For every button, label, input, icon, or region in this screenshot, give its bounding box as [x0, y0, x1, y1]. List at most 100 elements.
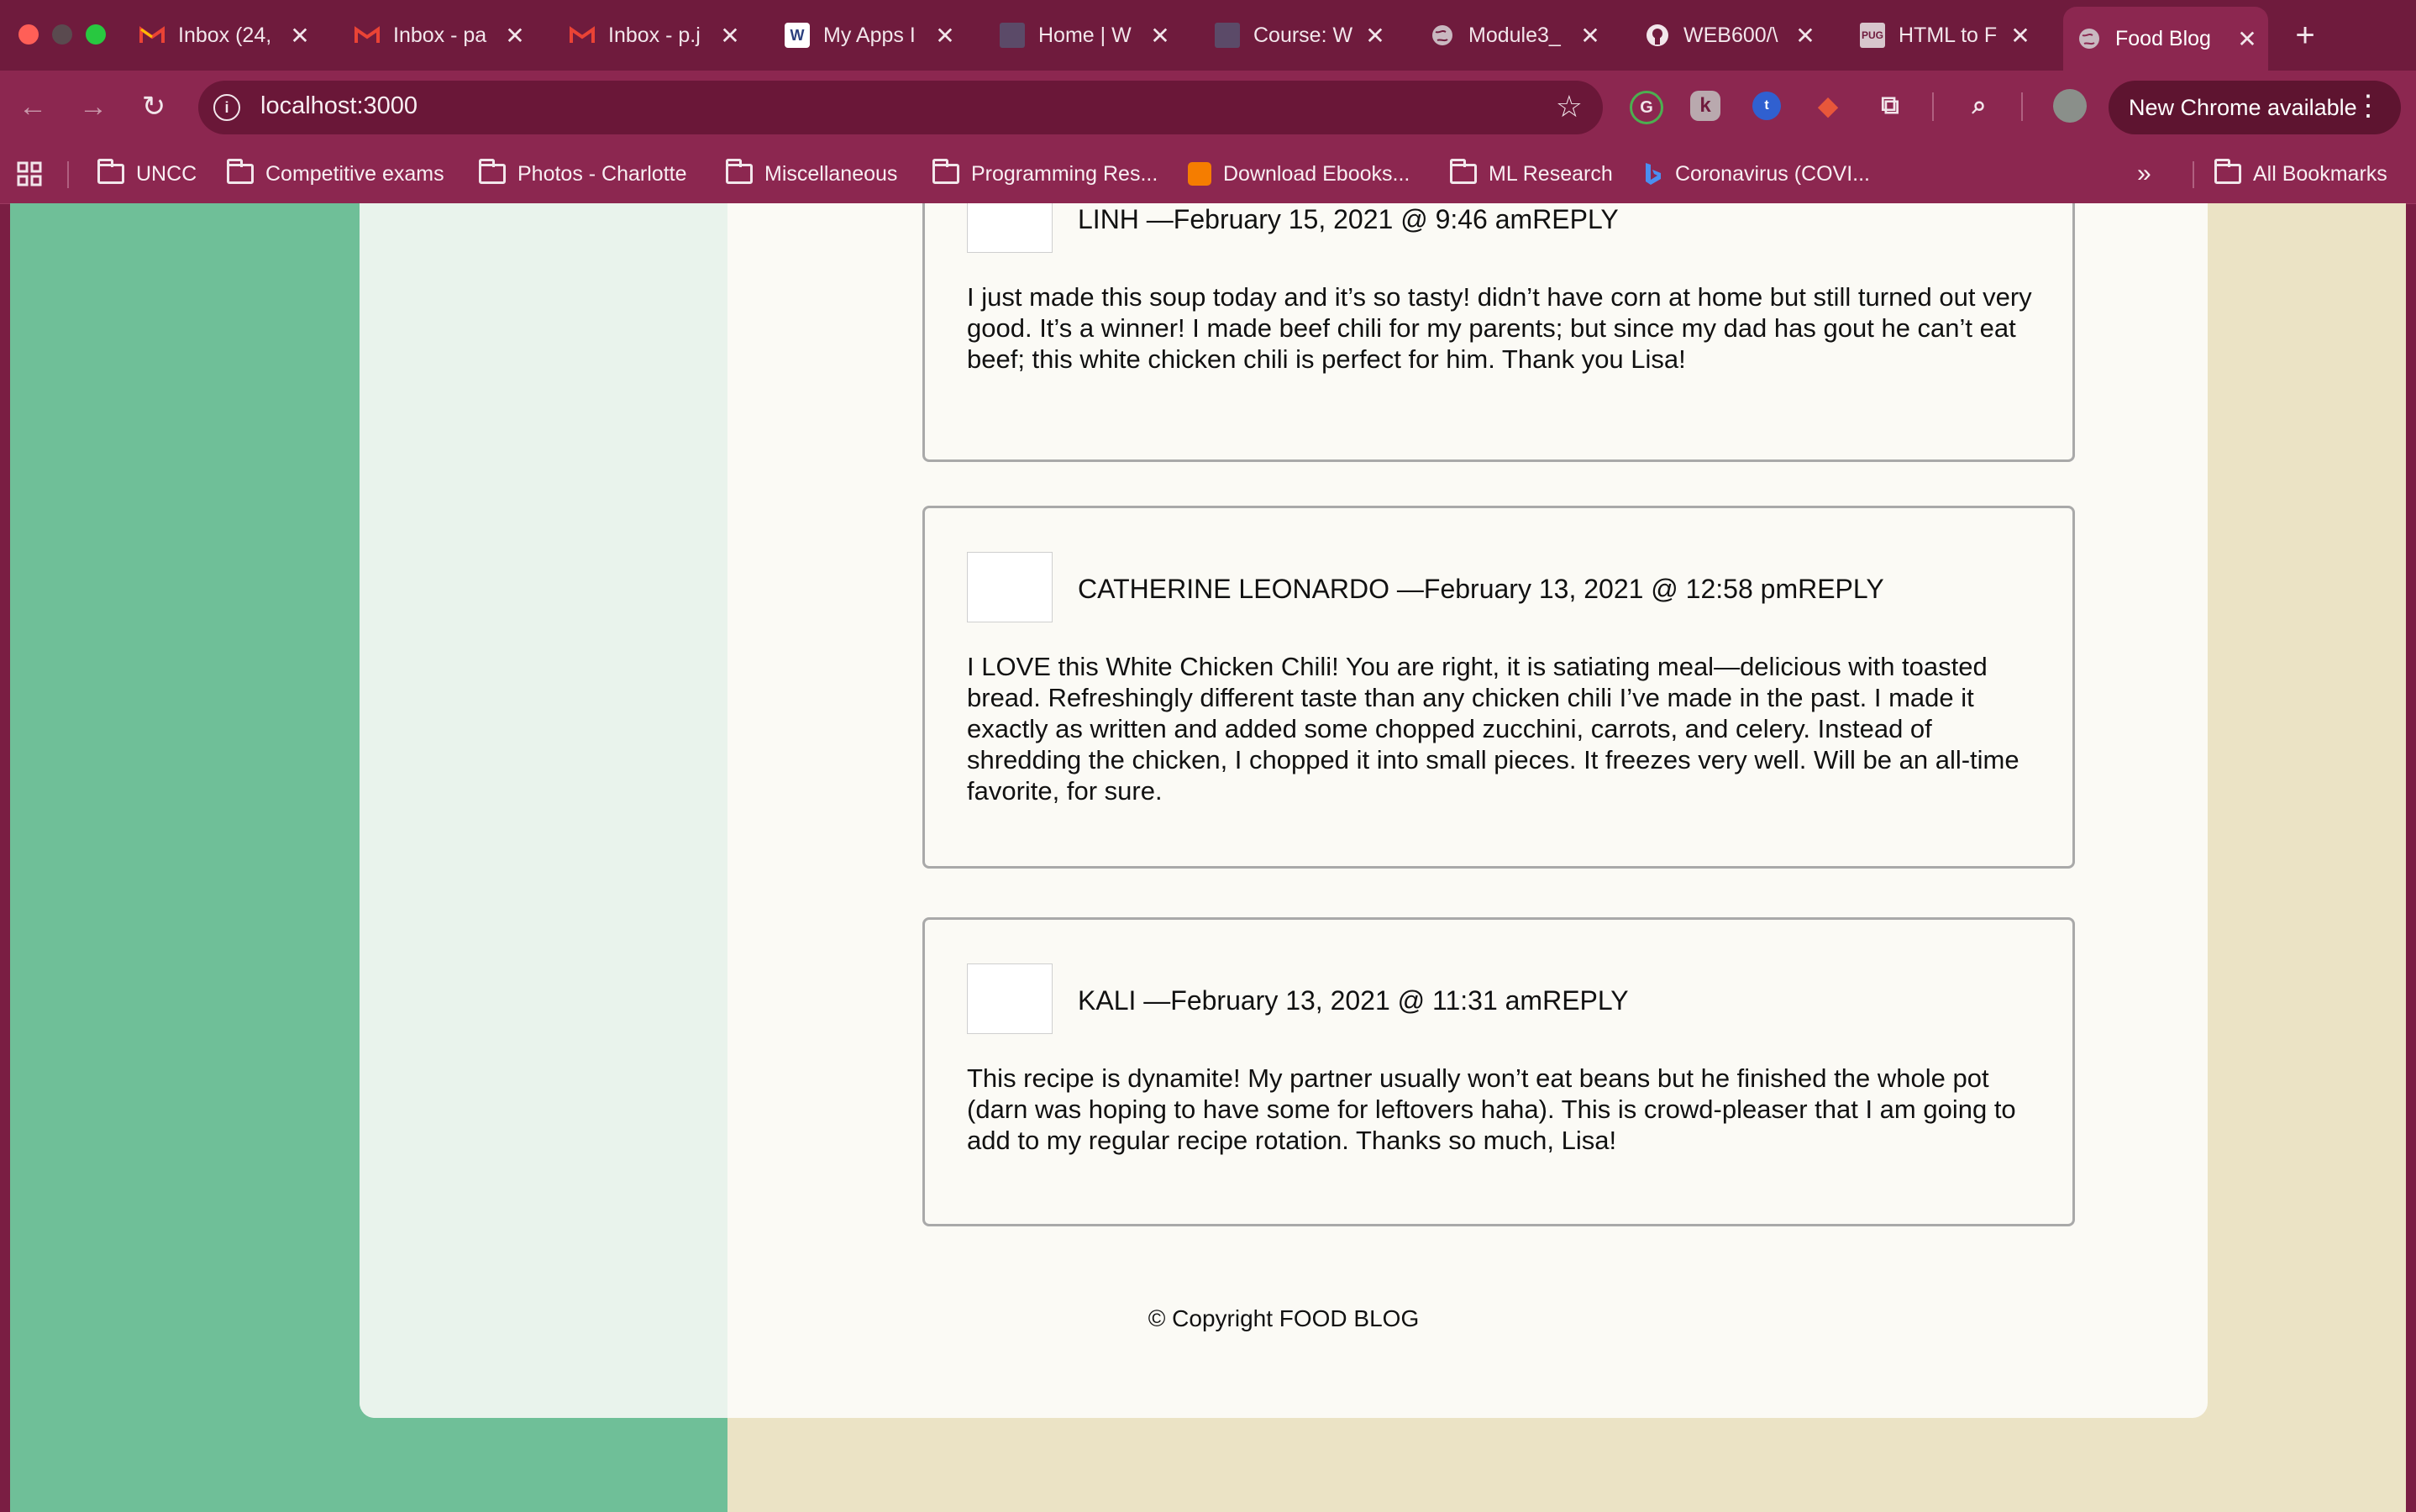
close-tab-icon[interactable]: ✕: [1578, 22, 1603, 50]
bookmark-programming-res[interactable]: Programming Res...: [932, 159, 1158, 188]
bookmarks-divider: [67, 161, 69, 188]
folder-icon: [1450, 159, 1477, 184]
more-menu-icon[interactable]: ⋮: [2354, 89, 2382, 123]
tab-html-to[interactable]: PUG HTML to F ✕: [1846, 12, 2041, 59]
toolbar-divider: [1932, 92, 1934, 121]
reload-button[interactable]: ↻: [133, 86, 175, 128]
footer-copyright: © Copyright FOOD BLOG: [1148, 1305, 1420, 1331]
bookmarks-divider: [2193, 161, 2194, 188]
tab-module3[interactable]: Module3_ ✕: [1416, 12, 1611, 59]
extensions-puzzle-icon[interactable]: ⧉: [1872, 87, 1909, 124]
comment-avatar: [967, 552, 1053, 622]
bookmark-star-icon[interactable]: ☆: [1556, 89, 1583, 124]
blogger-icon: [1188, 162, 1211, 186]
extension-blue-icon[interactable]: t: [1752, 92, 1781, 120]
comment-text: I just made this soup today and it’s so …: [967, 282, 2032, 374]
comment-text: I LOVE this White Chicken Chili! You are…: [967, 652, 2019, 806]
mint-side-panel: [360, 203, 727, 1418]
comment-meta: KALI —February 13, 2021 @ 11:31 amREPLY: [1078, 985, 1629, 1016]
tab-strip: Inbox (24, ✕ Inbox - pa ✕ Inbox - p.j ✕ …: [0, 0, 2416, 71]
tab-inbox-2[interactable]: Inbox - pa ✕: [341, 12, 536, 59]
course-icon: [1000, 23, 1025, 48]
comment-author: CATHERINE LEONARDO: [1078, 574, 1390, 604]
zoom-window-button[interactable]: [86, 24, 106, 45]
toolbar-divider: [2021, 92, 2023, 121]
comment-author: KALI: [1078, 985, 1137, 1016]
forward-button[interactable]: →: [72, 86, 114, 128]
globe-icon: [2077, 26, 2102, 51]
github-icon: [1645, 23, 1670, 48]
bookmark-all-bookmarks[interactable]: All Bookmarks: [2214, 159, 2387, 188]
bing-icon: [1643, 161, 1663, 186]
bookmark-competitive-exams[interactable]: Competitive exams: [227, 159, 444, 188]
new-tab-button[interactable]: +: [2287, 13, 2324, 57]
site-info-icon[interactable]: i: [213, 94, 240, 121]
close-window-button[interactable]: [18, 24, 39, 45]
grammarly-icon[interactable]: G: [1630, 91, 1663, 124]
comment-avatar: [967, 203, 1053, 253]
reply-link[interactable]: REPLY: [1532, 204, 1619, 234]
comment-date: —February 13, 2021 @ 11:31 am: [1143, 985, 1543, 1016]
apps-grid-icon[interactable]: [17, 160, 42, 188]
gmail-icon: [570, 23, 595, 48]
folder-icon: [97, 159, 124, 184]
tab-search-icon[interactable]: ⌕: [1961, 87, 1998, 124]
back-button[interactable]: ←: [12, 86, 54, 128]
profile-avatar[interactable]: [2053, 89, 2087, 123]
comment-card: KALI —February 13, 2021 @ 11:31 amREPLY …: [922, 917, 2075, 1226]
close-tab-icon[interactable]: ✕: [1363, 22, 1388, 50]
address-bar[interactable]: i localhost:3000 ☆: [198, 81, 1603, 134]
close-tab-icon[interactable]: ✕: [2008, 22, 2033, 50]
new-chrome-available-button[interactable]: New Chrome available ⋮: [2109, 81, 2401, 134]
comment-avatar: [967, 963, 1053, 1034]
tab-inbox-1[interactable]: Inbox (24, ✕: [126, 12, 321, 59]
bookmark-coronavirus[interactable]: Coronavirus (COVI...: [1643, 160, 1870, 188]
url-text[interactable]: localhost:3000: [260, 92, 418, 120]
reply-link[interactable]: REPLY: [1798, 574, 1884, 604]
comment-card: CATHERINE LEONARDO —February 13, 2021 @ …: [922, 506, 2075, 869]
reply-link[interactable]: REPLY: [1542, 985, 1629, 1016]
folder-icon: [227, 159, 254, 184]
close-tab-icon[interactable]: ✕: [502, 22, 528, 50]
w-icon: W: [785, 23, 810, 48]
comment-meta: CATHERINE LEONARDO —February 13, 2021 @ …: [1078, 574, 1884, 605]
folder-icon: [932, 159, 959, 184]
tab-home[interactable]: Home | W ✕: [986, 12, 1181, 59]
folder-icon: [2214, 159, 2241, 184]
comment-date: —February 15, 2021 @ 9:46 am: [1146, 204, 1533, 234]
content-card: LINH —February 15, 2021 @ 9:46 amREPLY I…: [360, 203, 2208, 1418]
tab-food-blog[interactable]: Food Blog ✕: [2063, 7, 2268, 71]
close-tab-icon[interactable]: ✕: [1793, 22, 1818, 50]
tab-course[interactable]: Course: W ✕: [1201, 12, 1396, 59]
comment-card: LINH —February 15, 2021 @ 9:46 amREPLY I…: [922, 203, 2075, 462]
extension-k-icon[interactable]: k: [1690, 91, 1720, 121]
bookmark-miscellaneous[interactable]: Miscellaneous: [726, 159, 897, 188]
folder-icon: [479, 159, 506, 184]
tab-inbox-3[interactable]: Inbox - p.j ✕: [556, 12, 751, 59]
extension-cap-icon[interactable]: ◆: [1809, 87, 1846, 124]
close-tab-icon[interactable]: ✕: [287, 22, 313, 50]
bookmark-uncc[interactable]: UNCC: [97, 159, 197, 188]
globe-icon: [1430, 23, 1455, 48]
tab-my-apps[interactable]: W My Apps I ✕: [771, 12, 966, 59]
minimize-window-button[interactable]: [52, 24, 72, 45]
pug-icon: PUG: [1860, 23, 1885, 48]
bookmark-download-ebooks[interactable]: Download Ebooks...: [1188, 160, 1410, 188]
page-viewport[interactable]: LINH —February 15, 2021 @ 9:46 amREPLY I…: [10, 203, 2406, 1512]
folder-icon: [726, 159, 753, 184]
close-tab-icon[interactable]: ✕: [2235, 25, 2260, 53]
course-icon: [1215, 23, 1240, 48]
tab-web600[interactable]: WEB600/\ ✕: [1631, 12, 1826, 59]
comment-text: This recipe is dynamite! My partner usua…: [967, 1063, 2016, 1155]
bookmark-photos-charlotte[interactable]: Photos - Charlotte: [479, 159, 687, 188]
close-tab-icon[interactable]: ✕: [932, 22, 958, 50]
close-tab-icon[interactable]: ✕: [1148, 22, 1173, 50]
close-tab-icon[interactable]: ✕: [717, 22, 743, 50]
more-bookmarks-chevron-icon[interactable]: »: [2137, 160, 2151, 188]
comment-meta: LINH —February 15, 2021 @ 9:46 amREPLY: [1078, 204, 1619, 235]
gmail-icon: [139, 23, 165, 48]
comment-author: LINH: [1078, 204, 1139, 234]
gmail-icon: [355, 23, 380, 48]
comment-date: —February 13, 2021 @ 12:58 pm: [1396, 574, 1799, 604]
bookmark-ml-research[interactable]: ML Research: [1450, 159, 1613, 188]
